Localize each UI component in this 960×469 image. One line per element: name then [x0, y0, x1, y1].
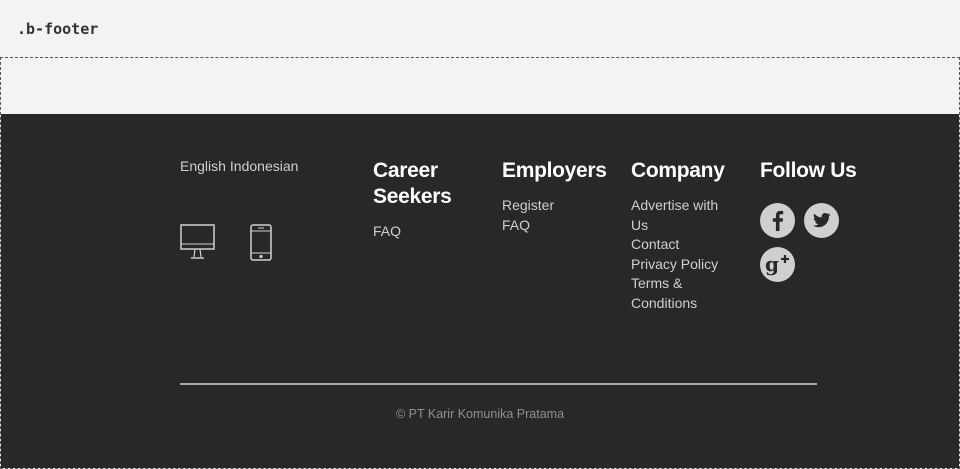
footer-divider — [180, 383, 817, 385]
footer: English Indonesian Career Seekers FAQ Emp… — [1, 114, 959, 468]
footer-link-faq[interactable]: FAQ — [373, 222, 483, 242]
mobile-icon[interactable] — [250, 224, 272, 267]
column-heading: Career Seekers — [373, 159, 452, 208]
footer-column-follow-us: Follow Us — [760, 158, 900, 196]
svg-text:g: g — [765, 252, 779, 276]
footer-link-privacy[interactable]: Privacy Policy — [631, 255, 731, 275]
footer-column-employers: Employers Register FAQ — [502, 158, 622, 235]
google-plus-icon[interactable]: g — [760, 247, 795, 282]
desktop-icon[interactable] — [180, 224, 216, 267]
facebook-icon[interactable] — [760, 203, 795, 238]
language-switcher: English Indonesian — [180, 158, 302, 174]
footer-column-career-seekers: Career Seekers FAQ — [373, 158, 483, 242]
twitter-icon[interactable] — [804, 203, 839, 238]
column-heading: Company — [631, 159, 725, 182]
language-english-link[interactable]: English — [180, 158, 226, 174]
language-indonesian-link[interactable]: Indonesian — [230, 158, 299, 174]
column-heading: Employers — [502, 159, 607, 182]
component-class-label: .b-footer — [17, 20, 99, 38]
footer-link-register[interactable]: Register — [502, 196, 622, 216]
footer-link-contact[interactable]: Contact — [631, 235, 731, 255]
column-heading: Follow Us — [760, 159, 857, 182]
footer-link-advertise[interactable]: Advertise with Us — [631, 196, 731, 235]
footer-column-company: Company Advertise with Us Contact Privac… — [631, 158, 731, 314]
footer-link-terms[interactable]: Terms & Conditions — [631, 274, 731, 313]
copyright-text: © PT Karir Komunika Pratama — [395, 407, 565, 421]
footer-link-faq[interactable]: FAQ — [502, 216, 622, 236]
